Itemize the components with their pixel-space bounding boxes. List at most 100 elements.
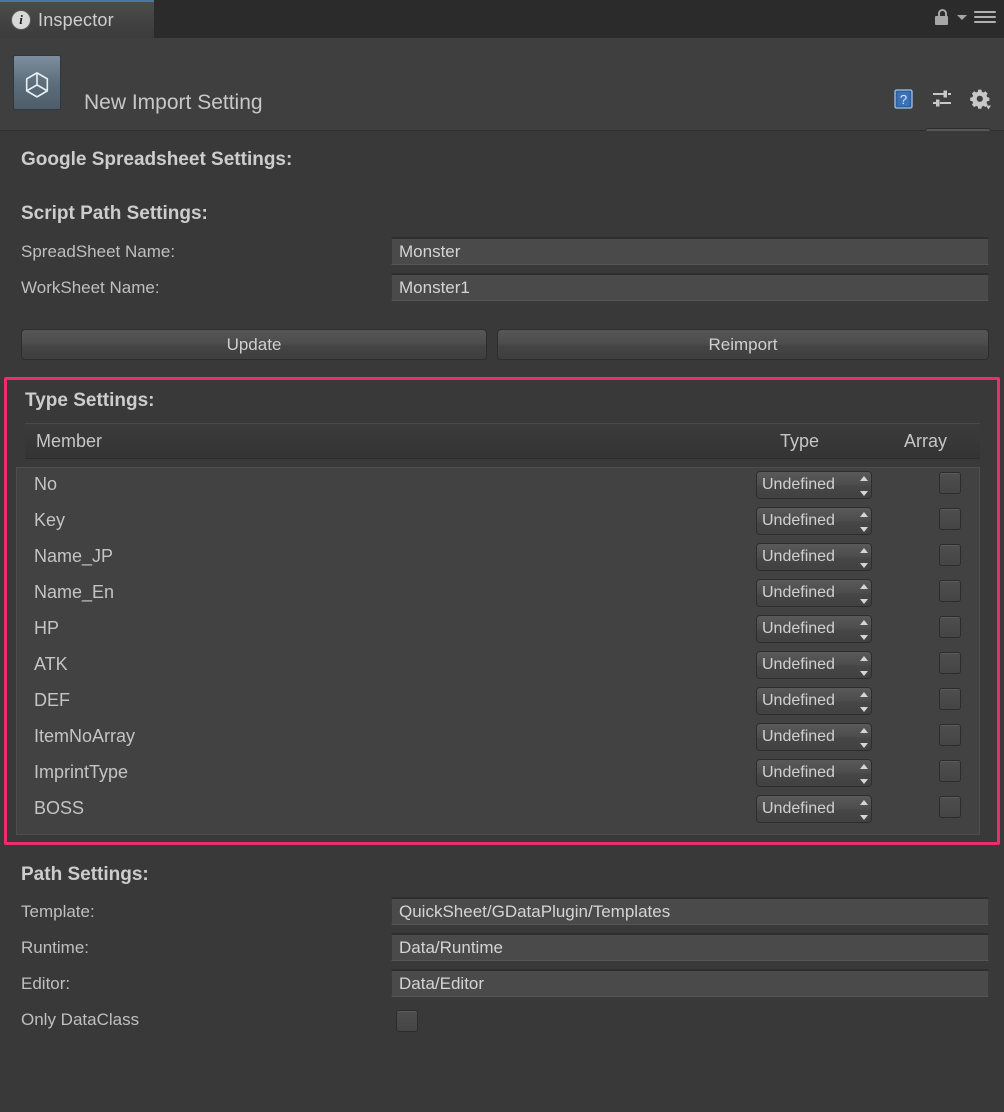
inspector-body: Google Spreadsheet Settings: Script Path… (0, 131, 1004, 1112)
array-checkbox[interactable] (939, 652, 961, 674)
type-dropdown[interactable]: Undefined (756, 795, 872, 823)
tab-inspector[interactable]: i Inspector (0, 0, 154, 38)
editor-path-input[interactable]: Data/Editor (391, 969, 989, 997)
type-dropdown-value: Undefined (762, 584, 835, 601)
table-row: ImprintType Undefined (17, 756, 981, 792)
reimport-button[interactable]: Reimport (497, 329, 989, 360)
template-path-input[interactable]: QuickSheet/GDataPlugin/Templates (391, 897, 989, 925)
type-dropdown[interactable]: Undefined (756, 507, 872, 535)
column-header-array: Array (904, 431, 948, 451)
type-dropdown[interactable]: Undefined (756, 651, 872, 679)
only-dataclass-label: Only DataClass (21, 1010, 140, 1029)
table-row: DEF Undefined (17, 684, 981, 720)
info-icon: i (12, 11, 30, 29)
type-settings-list: No Undefined Key Undefined Name_JP Undefined N… (16, 467, 980, 835)
up-down-arrows-icon (854, 476, 868, 496)
runtime-path-input[interactable]: Data/Runtime (391, 933, 989, 961)
member-name: ImprintType (34, 762, 129, 782)
spreadsheet-name-label: SpreadSheet Name: (21, 242, 176, 261)
array-checkbox[interactable] (939, 472, 961, 494)
table-row: ItemNoArray Undefined (17, 720, 981, 756)
array-checkbox[interactable] (939, 508, 961, 530)
google-spreadsheet-settings-title: Google Spreadsheet Settings: (21, 149, 293, 170)
up-down-arrows-icon (854, 800, 868, 820)
type-dropdown-value: Undefined (762, 800, 835, 817)
type-dropdown[interactable]: Undefined (756, 615, 872, 643)
preset-sliders-icon[interactable] (931, 88, 953, 110)
editor-path-label: Editor: (21, 974, 71, 993)
type-dropdown[interactable]: Undefined (756, 723, 872, 751)
hamburger-menu-icon[interactable] (974, 11, 996, 23)
type-dropdown[interactable]: Undefined (756, 759, 872, 787)
runtime-path-label: Runtime: (21, 938, 90, 957)
up-down-arrows-icon (854, 512, 868, 532)
template-path-label: Template: (21, 902, 95, 921)
up-down-arrows-icon (854, 620, 868, 640)
type-dropdown-value: Undefined (762, 620, 835, 637)
page-title: New Import Setting (84, 91, 263, 114)
script-path-settings-title: Script Path Settings: (21, 203, 208, 224)
array-checkbox[interactable] (939, 688, 961, 710)
only-dataclass-checkbox[interactable] (396, 1010, 418, 1032)
tab-bar-controls (935, 9, 996, 25)
type-settings-title: Type Settings: (25, 390, 155, 411)
update-button[interactable]: Update (21, 329, 487, 360)
up-down-arrows-icon (854, 584, 868, 604)
array-checkbox[interactable] (939, 580, 961, 602)
array-checkbox[interactable] (939, 544, 961, 566)
unity-logo-icon (13, 55, 61, 110)
type-dropdown[interactable]: Undefined (756, 471, 872, 499)
type-dropdown-value: Undefined (762, 692, 835, 709)
member-name: Name_En (34, 582, 115, 602)
column-header-member: Member (36, 431, 103, 451)
type-dropdown[interactable]: Undefined (756, 543, 872, 571)
inspector-window: i Inspector New Import Setting ? Google … (0, 0, 1004, 1112)
member-name: ATK (34, 654, 68, 674)
gear-icon[interactable] (969, 88, 991, 110)
table-row: No Undefined (17, 468, 981, 504)
array-checkbox[interactable] (939, 760, 961, 782)
spreadsheet-name-input[interactable]: Monster (391, 237, 989, 265)
up-down-arrows-icon (854, 548, 868, 568)
up-down-arrows-icon (854, 728, 868, 748)
tab-bar: i Inspector (0, 0, 1004, 38)
array-checkbox[interactable] (939, 724, 961, 746)
member-name: BOSS (34, 798, 85, 818)
table-row: ATK Undefined (17, 648, 981, 684)
table-row: Key Undefined (17, 504, 981, 540)
type-dropdown-value: Undefined (762, 548, 835, 565)
header-icon-group: ? (893, 88, 991, 110)
lock-icon[interactable] (935, 9, 950, 25)
table-row: Name_JP Undefined (17, 540, 981, 576)
table-row: BOSS Undefined (17, 792, 981, 828)
member-name: Name_JP (34, 546, 114, 566)
object-header: New Import Setting ? (0, 38, 1004, 156)
type-dropdown-value: Undefined (762, 656, 835, 673)
type-settings-header-row: Member Type Array (25, 423, 980, 459)
type-dropdown-value: Undefined (762, 512, 835, 529)
array-checkbox[interactable] (939, 616, 961, 638)
table-row: HP Undefined (17, 612, 981, 648)
type-dropdown[interactable]: Undefined (756, 687, 872, 715)
worksheet-name-input[interactable]: Monster1 (391, 273, 989, 301)
column-header-type: Type (780, 431, 820, 451)
up-down-arrows-icon (854, 692, 868, 712)
caret-down-icon[interactable] (957, 14, 967, 20)
tab-inspector-label: Inspector (38, 9, 114, 30)
up-down-arrows-icon (854, 656, 868, 676)
member-name: DEF (34, 690, 70, 710)
path-settings-title: Path Settings: (21, 864, 149, 885)
table-row: Name_En Undefined (17, 576, 981, 612)
type-dropdown-value: Undefined (762, 476, 835, 493)
help-book-icon[interactable]: ? (893, 88, 915, 110)
up-down-arrows-icon (854, 764, 868, 784)
member-name: HP (34, 618, 60, 638)
member-name: Key (34, 510, 66, 530)
type-dropdown-value: Undefined (762, 728, 835, 745)
type-dropdown-value: Undefined (762, 764, 835, 781)
type-dropdown[interactable]: Undefined (756, 579, 872, 607)
member-name: ItemNoArray (34, 726, 136, 746)
array-checkbox[interactable] (939, 796, 961, 818)
member-name: No (34, 474, 58, 494)
svg-text:?: ? (900, 92, 907, 107)
